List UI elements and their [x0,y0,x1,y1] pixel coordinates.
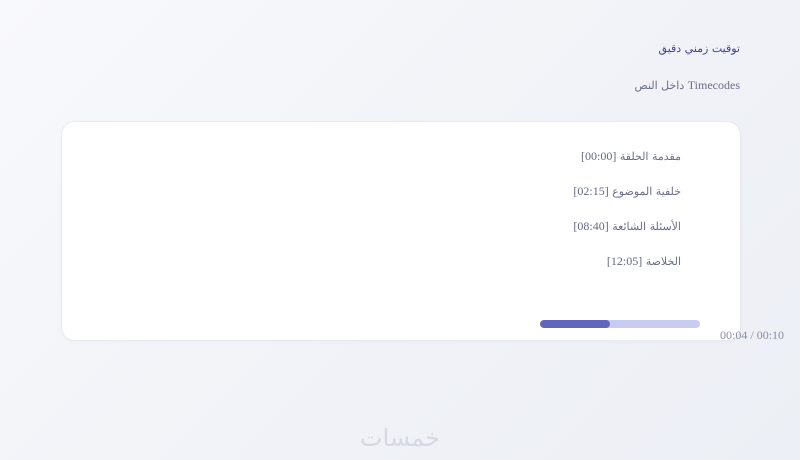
timecode-item[interactable]: [12:05] الخلاصة [573,253,681,288]
timecode-label: الأسئلة الشائعة [612,220,681,233]
timecode-label: مقدمة الحلقة [619,150,681,163]
progress-bar[interactable] [540,320,700,328]
timecode-time: [00:00] [581,149,617,163]
timecode-time: [08:40] [573,219,609,233]
timecode-list: [00:00] مقدمة الحلقة [02:15] خلفية الموض… [573,148,681,288]
time-separator: / [750,328,754,342]
brand-logo: خمسات [359,424,441,452]
page-title: توقيت زمني دقيق [658,42,740,55]
subtitle-latin: Timecodes [687,78,740,92]
total-time: 00:10 [756,328,785,342]
subtitle-arabic: داخل النص [634,79,685,92]
time-readout: 00:04 / 00:10 [720,328,784,343]
timecode-label: الخلاصة [645,255,681,268]
timecodes-card: [00:00] مقدمة الحلقة [02:15] خلفية الموض… [61,121,741,341]
timecode-item[interactable]: [00:00] مقدمة الحلقة [573,148,681,183]
timecode-label: خلفية الموضوع [612,185,681,198]
progress-fill [540,320,611,328]
page-subtitle: Timecodes داخل النص [634,78,740,93]
timecode-time: [12:05] [606,254,643,268]
timecode-item[interactable]: [02:15] خلفية الموضوع [573,183,681,218]
timecode-time: [02:15] [573,184,609,198]
current-time: 00:04 [720,328,748,342]
timecode-item[interactable]: [08:40] الأسئلة الشائعة [573,218,681,253]
